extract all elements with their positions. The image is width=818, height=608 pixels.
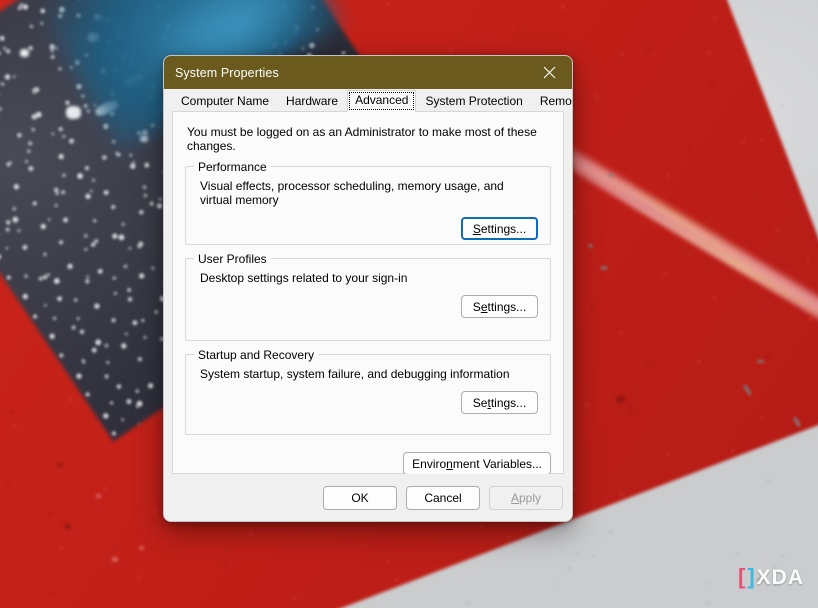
close-button[interactable] — [527, 56, 572, 89]
tab-strip: Computer Name Hardware Advanced System P… — [164, 89, 572, 112]
system-properties-dialog: System Properties Computer Name Hardware… — [163, 55, 573, 522]
watermark-bracket-left: [ — [738, 564, 746, 589]
tab-system-protection[interactable]: System Protection — [417, 91, 531, 112]
user-profiles-group: User Profiles Desktop settings related t… — [185, 252, 551, 341]
startup-and-recovery-settings-label: Settings... — [472, 395, 527, 410]
tab-remote[interactable]: Remote — [531, 91, 572, 112]
dialog-title: System Properties — [175, 65, 279, 80]
performance-button-row: Settings... — [198, 217, 538, 240]
wallpaper-red-highlight — [96, 494, 101, 498]
performance-group: Performance Visual effects, processor sc… — [185, 160, 551, 245]
wallpaper-granite-chip — [66, 106, 81, 119]
watermark-bracket-right: ] — [747, 564, 755, 589]
close-icon — [543, 66, 556, 79]
wallpaper-red-speck — [616, 396, 625, 403]
wallpaper-grey-mark — [600, 266, 608, 270]
wallpaper-red-speck — [57, 463, 63, 467]
wallpaper-red-highlight — [112, 557, 118, 562]
apply-button: Apply — [489, 485, 563, 510]
environment-variables-row: Environment Variables... — [185, 452, 551, 475]
apply-button-label: Apply — [510, 490, 542, 505]
performance-settings-label: Settings... — [472, 221, 527, 236]
tab-hardware[interactable]: Hardware — [278, 91, 347, 112]
watermark-text: XDA — [756, 565, 804, 589]
wallpaper-grey-mark — [608, 173, 613, 177]
startup-and-recovery-group: Startup and Recovery System startup, sys… — [185, 348, 551, 435]
environment-variables-button[interactable]: Environment Variables... — [403, 452, 551, 475]
user-profiles-group-label: User Profiles — [194, 252, 271, 266]
cancel-button[interactable]: Cancel — [406, 485, 480, 510]
advanced-tab-panel: You must be logged on as an Administrato… — [172, 111, 564, 475]
dialog-titlebar[interactable]: System Properties — [164, 56, 572, 89]
tab-label: System Protection — [425, 94, 523, 108]
startup-and-recovery-group-label: Startup and Recovery — [194, 348, 319, 362]
wallpaper-grey-mark — [757, 360, 764, 363]
tab-label: Remote — [539, 94, 572, 108]
ok-button-label: OK — [351, 490, 369, 505]
administrator-notice: You must be logged on as an Administrato… — [187, 125, 537, 153]
performance-description: Visual effects, processor scheduling, me… — [200, 179, 504, 207]
user-profiles-description: Desktop settings related to your sign-in — [200, 271, 408, 285]
startup-and-recovery-description: System startup, system failure, and debu… — [200, 367, 510, 381]
user-profiles-settings-button[interactable]: Settings... — [461, 295, 538, 318]
startup-and-recovery-button-row: Settings... — [198, 391, 538, 414]
tab-label: Advanced — [355, 93, 409, 107]
startup-and-recovery-settings-button[interactable]: Settings... — [461, 391, 538, 414]
tab-computer-name[interactable]: Computer Name — [173, 91, 278, 112]
performance-group-label: Performance — [194, 160, 271, 174]
tab-label: Computer Name — [181, 94, 270, 108]
environment-variables-label: Environment Variables... — [412, 456, 542, 471]
wallpaper-red-speck — [64, 524, 71, 529]
wallpaper-red-highlight — [139, 546, 144, 550]
tab-label: Hardware — [286, 94, 339, 108]
wallpaper-grey-mark — [588, 244, 593, 248]
user-profiles-button-row: Settings... — [198, 295, 538, 318]
tab-advanced[interactable]: Advanced — [347, 90, 417, 112]
wallpaper-granite-chip — [20, 49, 29, 57]
ok-button[interactable]: OK — [323, 485, 397, 510]
performance-settings-button[interactable]: Settings... — [461, 217, 538, 240]
dialog-footer: OK Cancel Apply — [164, 474, 572, 521]
user-profiles-settings-label: Settings... — [472, 299, 527, 314]
cancel-button-label: Cancel — [424, 490, 462, 505]
xda-watermark: [ ] XDA — [738, 566, 804, 588]
